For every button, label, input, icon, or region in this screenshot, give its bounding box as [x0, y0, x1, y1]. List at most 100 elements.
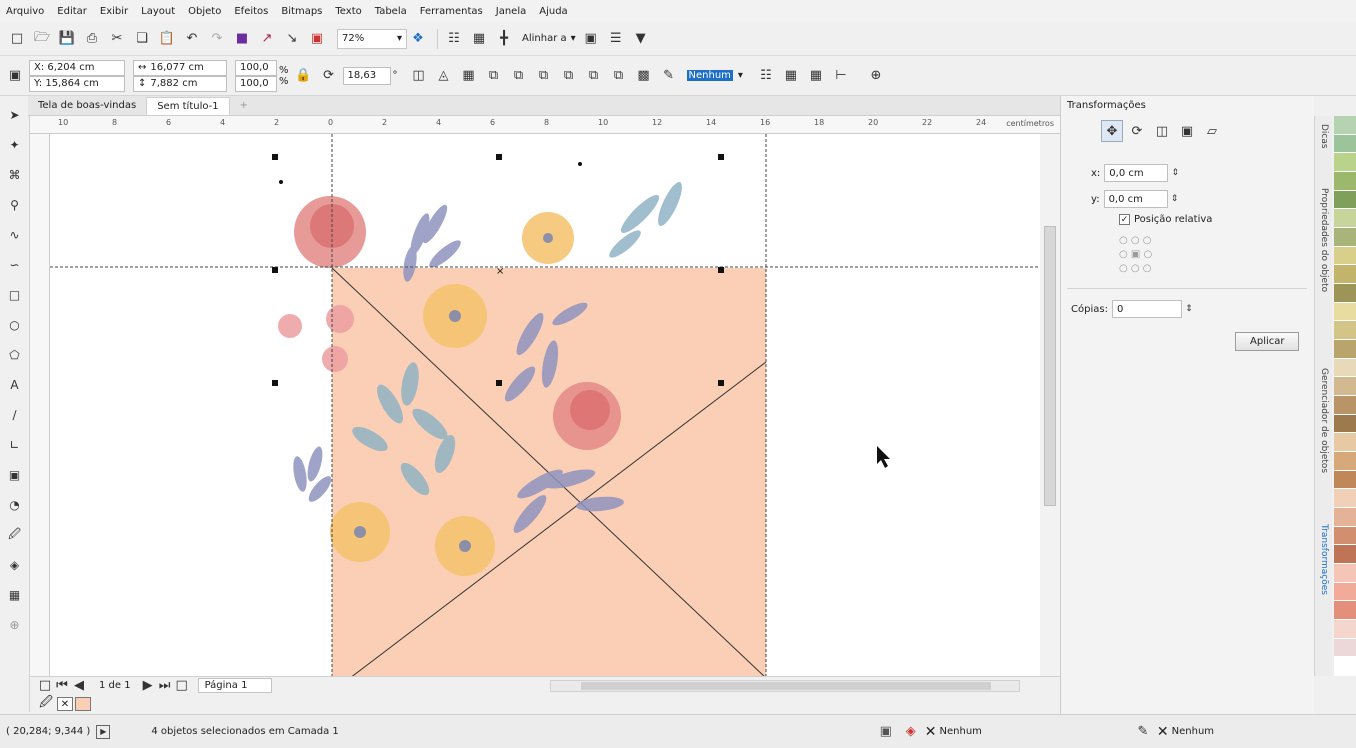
menu-arquivo[interactable]: Arquivo	[6, 6, 44, 17]
menu-editar[interactable]: Editar	[57, 6, 87, 17]
scroll-thumb[interactable]	[581, 682, 991, 690]
palette-swatch[interactable]	[1334, 321, 1356, 341]
palette-swatch[interactable]	[1334, 526, 1356, 546]
side-tab-hints[interactable]: Dicas	[1315, 124, 1333, 174]
object-origin-icon[interactable]: ▣	[4, 65, 26, 87]
guidelines-icon[interactable]: ╋	[493, 28, 515, 50]
palette-swatch[interactable]	[1334, 228, 1356, 247]
intersect-icon[interactable]: ⧉	[533, 65, 555, 87]
full-screen-icon[interactable]: ❖	[407, 28, 429, 50]
scale-height-field[interactable]: 100,0	[235, 75, 277, 92]
palette-swatch[interactable]	[1334, 134, 1356, 154]
palette-swatch[interactable]	[1334, 153, 1356, 173]
connector-tool-icon[interactable]: ∟	[4, 434, 26, 456]
align-distribute-icon[interactable]: ⊢	[830, 65, 852, 87]
menu-ajuda[interactable]: Ajuda	[539, 6, 567, 17]
weld-icon[interactable]: ⧉	[483, 65, 505, 87]
palette-swatch[interactable]	[1334, 340, 1356, 359]
transparency-tool-icon[interactable]: ◔	[4, 494, 26, 516]
palette-swatch[interactable]	[1334, 358, 1356, 378]
spinner-icon[interactable]: ⇕	[1168, 162, 1182, 184]
vertical-ruler[interactable]	[30, 134, 50, 676]
color-swatch[interactable]	[75, 697, 91, 711]
skew-mode-icon[interactable]: ▱	[1201, 120, 1223, 142]
palette-swatch[interactable]	[1334, 116, 1356, 135]
print-icon[interactable]: ⎙	[81, 28, 103, 50]
artistic-media-icon[interactable]: ∽	[4, 254, 26, 276]
relative-position-checkbox[interactable]: ✓	[1119, 214, 1130, 225]
page-tab[interactable]: Página 1	[197, 678, 273, 693]
menu-ferramentas[interactable]: Ferramentas	[420, 6, 483, 17]
palette-swatch[interactable]	[1334, 508, 1356, 527]
side-tab-object-manager[interactable]: Gerenciador de objetos	[1315, 368, 1333, 518]
undo-icon[interactable]: ↶	[181, 28, 203, 50]
copies-field[interactable]: 0	[1111, 300, 1182, 318]
crop-tool-icon[interactable]: ⌘	[4, 164, 26, 186]
import-icon[interactable]: ↗	[256, 28, 278, 50]
palette-swatch[interactable]	[1334, 433, 1356, 453]
scale-width-field[interactable]: 100,0	[235, 59, 277, 76]
play-icon[interactable]: ▶	[96, 724, 111, 739]
tab-welcome-screen[interactable]: Tela de boas-vindas	[28, 97, 146, 115]
palette-swatch[interactable]	[1334, 302, 1356, 322]
back-minus-front-icon[interactable]: ⧉	[608, 65, 630, 87]
y-position-field[interactable]: Y: 15,864 cm	[29, 75, 125, 92]
palette-swatch[interactable]	[1334, 582, 1356, 602]
rotation-angle-field[interactable]: 18,63	[342, 66, 391, 85]
grid-icon[interactable]: ▦	[468, 28, 490, 50]
no-color-swatch[interactable]: ✕	[57, 697, 73, 711]
new-tab-plus-icon[interactable]: +	[230, 97, 258, 115]
to-back-icon[interactable]: ▦	[805, 65, 827, 87]
palette-swatch[interactable]	[1334, 190, 1356, 210]
scroll-thumb[interactable]	[1044, 226, 1056, 506]
redo-icon[interactable]: ↷	[206, 28, 228, 50]
simplify-icon[interactable]: ⧉	[558, 65, 580, 87]
text-wrap-icon[interactable]: ☷	[755, 65, 777, 87]
palette-swatch[interactable]	[1334, 209, 1356, 229]
menu-tabela[interactable]: Tabela	[375, 6, 407, 17]
publish-pdf-icon[interactable]: ▣	[306, 28, 328, 50]
vertical-scrollbar[interactable]	[1040, 134, 1060, 676]
side-tab-object-properties[interactable]: Propriedades do objeto	[1315, 188, 1333, 358]
welcome-screen-icon[interactable]: ▣	[580, 28, 602, 50]
horizontal-scrollbar[interactable]	[550, 680, 1020, 692]
size-mode-icon[interactable]: ▣	[1176, 120, 1198, 142]
new-document-icon[interactable]: □	[6, 28, 28, 50]
mirror-horizontal-icon[interactable]: ◫	[408, 65, 430, 87]
palette-swatch[interactable]	[1334, 265, 1356, 285]
y-offset-field[interactable]: 0,0 cm	[1103, 190, 1168, 208]
palette-swatch[interactable]	[1334, 414, 1356, 434]
horizontal-ruler[interactable]: 10 8 6 4 2 0 2 4 6 8 10 12 14 16 18 20 22 24 centímetros	[30, 116, 1060, 134]
apply-button[interactable]: Aplicar	[1235, 332, 1300, 351]
add-preset-icon[interactable]: ⊕	[865, 65, 887, 87]
menu-texto[interactable]: Texto	[335, 6, 361, 17]
color-palette[interactable]	[1334, 116, 1356, 677]
search-content-icon[interactable]: ■	[231, 28, 253, 50]
palette-swatch[interactable]	[1334, 452, 1356, 471]
menu-layout[interactable]: Layout	[141, 6, 175, 17]
menu-objeto[interactable]: Objeto	[188, 6, 221, 17]
ellipse-tool-icon[interactable]: ○	[4, 314, 26, 336]
palette-swatch[interactable]	[1334, 396, 1356, 415]
zoom-tool-icon[interactable]: ⚲	[4, 194, 26, 216]
rectangle-tool-icon[interactable]: □	[4, 284, 26, 306]
rulers-icon[interactable]: ☷	[443, 28, 465, 50]
rotate-mode-icon[interactable]: ⟳	[1126, 120, 1148, 142]
palette-swatch[interactable]	[1334, 657, 1356, 677]
tab-untitled-1[interactable]: Sem título-1	[146, 97, 230, 115]
palette-swatch[interactable]	[1334, 620, 1356, 639]
menu-efeitos[interactable]: Efeitos	[234, 6, 268, 17]
outline-width-select[interactable]: Nenhum ▾	[683, 66, 747, 86]
width-field[interactable]: ↔ 16,077 cm	[133, 59, 227, 76]
group-icon[interactable]: ▦	[458, 65, 480, 87]
cut-icon[interactable]: ✂	[106, 28, 128, 50]
position-mode-icon[interactable]: ✥	[1101, 120, 1123, 142]
palette-swatch[interactable]	[1334, 172, 1356, 191]
menu-janela[interactable]: Janela	[496, 6, 526, 17]
x-position-field[interactable]: X: 6,204 cm	[29, 59, 125, 76]
smart-fill-icon[interactable]: ▦	[4, 584, 26, 606]
freehand-tool-icon[interactable]: ∿	[4, 224, 26, 246]
parallel-dimension-icon[interactable]: ∕	[4, 404, 26, 426]
export-icon[interactable]: ↘	[281, 28, 303, 50]
mirror-vertical-icon[interactable]: ◬	[433, 65, 455, 87]
